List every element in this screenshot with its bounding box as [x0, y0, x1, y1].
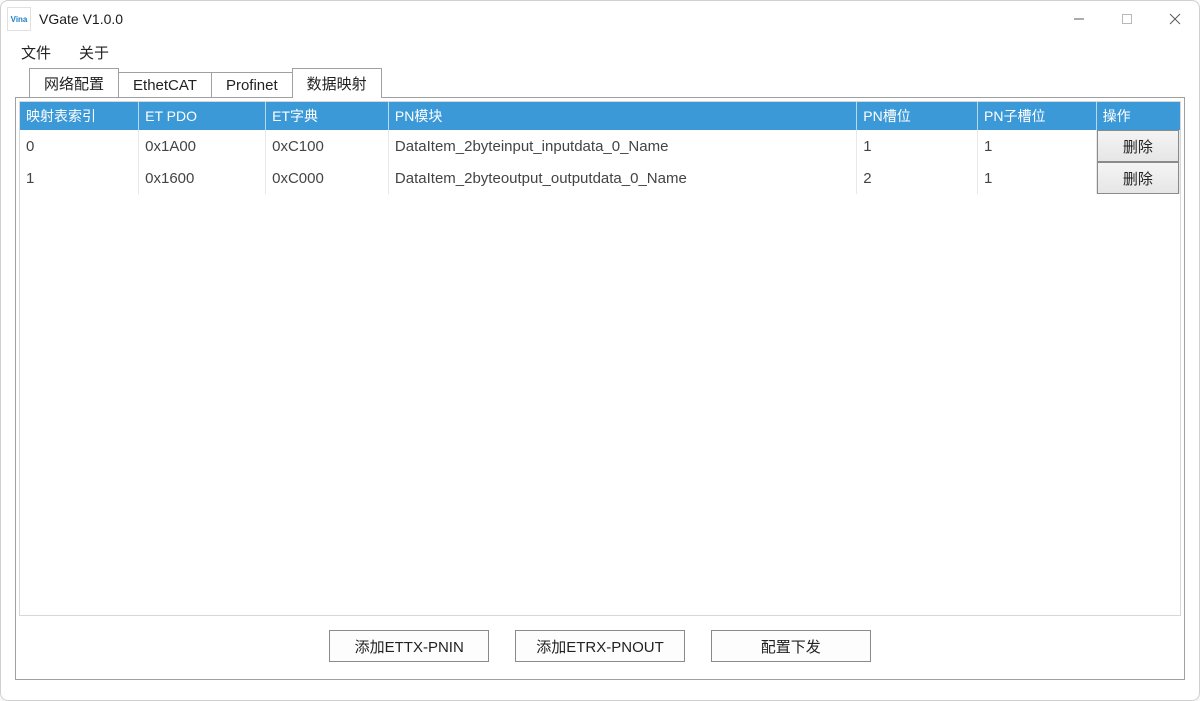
tab-panel: 映射表索引 ET PDO ET字典 PN模块 PN槽位 PN子槽位 操作 0 0: [15, 97, 1185, 680]
menu-about[interactable]: 关于: [67, 38, 121, 67]
col-header-op[interactable]: 操作: [1096, 102, 1179, 130]
col-header-et-pdo[interactable]: ET PDO: [139, 102, 266, 130]
table-header-row: 映射表索引 ET PDO ET字典 PN模块 PN槽位 PN子槽位 操作: [20, 102, 1180, 130]
config-download-button[interactable]: 配置下发: [711, 630, 871, 662]
cell-index[interactable]: 0: [20, 130, 139, 162]
tab-network-config[interactable]: 网络配置: [29, 68, 119, 98]
mapping-table: 映射表索引 ET PDO ET字典 PN模块 PN槽位 PN子槽位 操作 0 0: [20, 102, 1180, 194]
maximize-button[interactable]: [1103, 3, 1151, 35]
window-title: VGate V1.0.0: [39, 11, 123, 27]
cell-et-pdo[interactable]: 0x1A00: [139, 130, 266, 162]
tab-data-mapping[interactable]: 数据映射: [292, 68, 382, 98]
col-header-pn-subslot[interactable]: PN子槽位: [978, 102, 1097, 130]
cell-pn-slot[interactable]: 1: [857, 130, 978, 162]
cell-et-dict[interactable]: 0xC000: [266, 162, 389, 194]
close-button[interactable]: [1151, 3, 1199, 35]
col-header-pn-module[interactable]: PN模块: [388, 102, 856, 130]
delete-row-button[interactable]: 删除: [1097, 162, 1179, 194]
add-etrx-pnout-button[interactable]: 添加ETRX-PNOUT: [515, 630, 685, 662]
tab-profinet[interactable]: Profinet: [211, 72, 293, 98]
cell-pn-subslot[interactable]: 1: [978, 162, 1097, 194]
col-header-index[interactable]: 映射表索引: [20, 102, 139, 130]
cell-index[interactable]: 1: [20, 162, 139, 194]
col-header-pn-slot[interactable]: PN槽位: [857, 102, 978, 130]
cell-et-dict[interactable]: 0xC100: [266, 130, 389, 162]
titlebar: Vina VGate V1.0.0: [1, 1, 1199, 37]
tab-ethercat[interactable]: EthetCAT: [118, 72, 212, 98]
cell-pn-slot[interactable]: 2: [857, 162, 978, 194]
app-window: Vina VGate V1.0.0 文件 关于 网络配置 EthetCAT Pr…: [0, 0, 1200, 701]
minimize-button[interactable]: [1055, 3, 1103, 35]
cell-pn-subslot[interactable]: 1: [978, 130, 1097, 162]
add-ettx-pnin-button[interactable]: 添加ETTX-PNIN: [329, 630, 489, 662]
tab-strip: 网络配置 EthetCAT Profinet 数据映射: [29, 67, 1185, 97]
table-row[interactable]: 1 0x1600 0xC000 DataItem_2byteoutput_out…: [20, 162, 1180, 194]
mapping-grid: 映射表索引 ET PDO ET字典 PN模块 PN槽位 PN子槽位 操作 0 0: [19, 101, 1181, 616]
bottom-toolbar: 添加ETTX-PNIN 添加ETRX-PNOUT 配置下发: [19, 616, 1181, 676]
col-header-et-dict[interactable]: ET字典: [266, 102, 389, 130]
cell-pn-module[interactable]: DataItem_2byteinput_inputdata_0_Name: [388, 130, 856, 162]
delete-row-button[interactable]: 删除: [1097, 130, 1179, 162]
cell-pn-module[interactable]: DataItem_2byteoutput_outputdata_0_Name: [388, 162, 856, 194]
table-row[interactable]: 0 0x1A00 0xC100 DataItem_2byteinput_inpu…: [20, 130, 1180, 162]
cell-op: 删除: [1096, 162, 1179, 194]
cell-op: 删除: [1096, 130, 1179, 162]
menu-file[interactable]: 文件: [9, 38, 63, 67]
app-icon: Vina: [7, 7, 31, 31]
cell-et-pdo[interactable]: 0x1600: [139, 162, 266, 194]
menubar: 文件 关于: [1, 37, 1199, 67]
content-area: 网络配置 EthetCAT Profinet 数据映射 映射表索引 ET PDO…: [1, 67, 1199, 700]
